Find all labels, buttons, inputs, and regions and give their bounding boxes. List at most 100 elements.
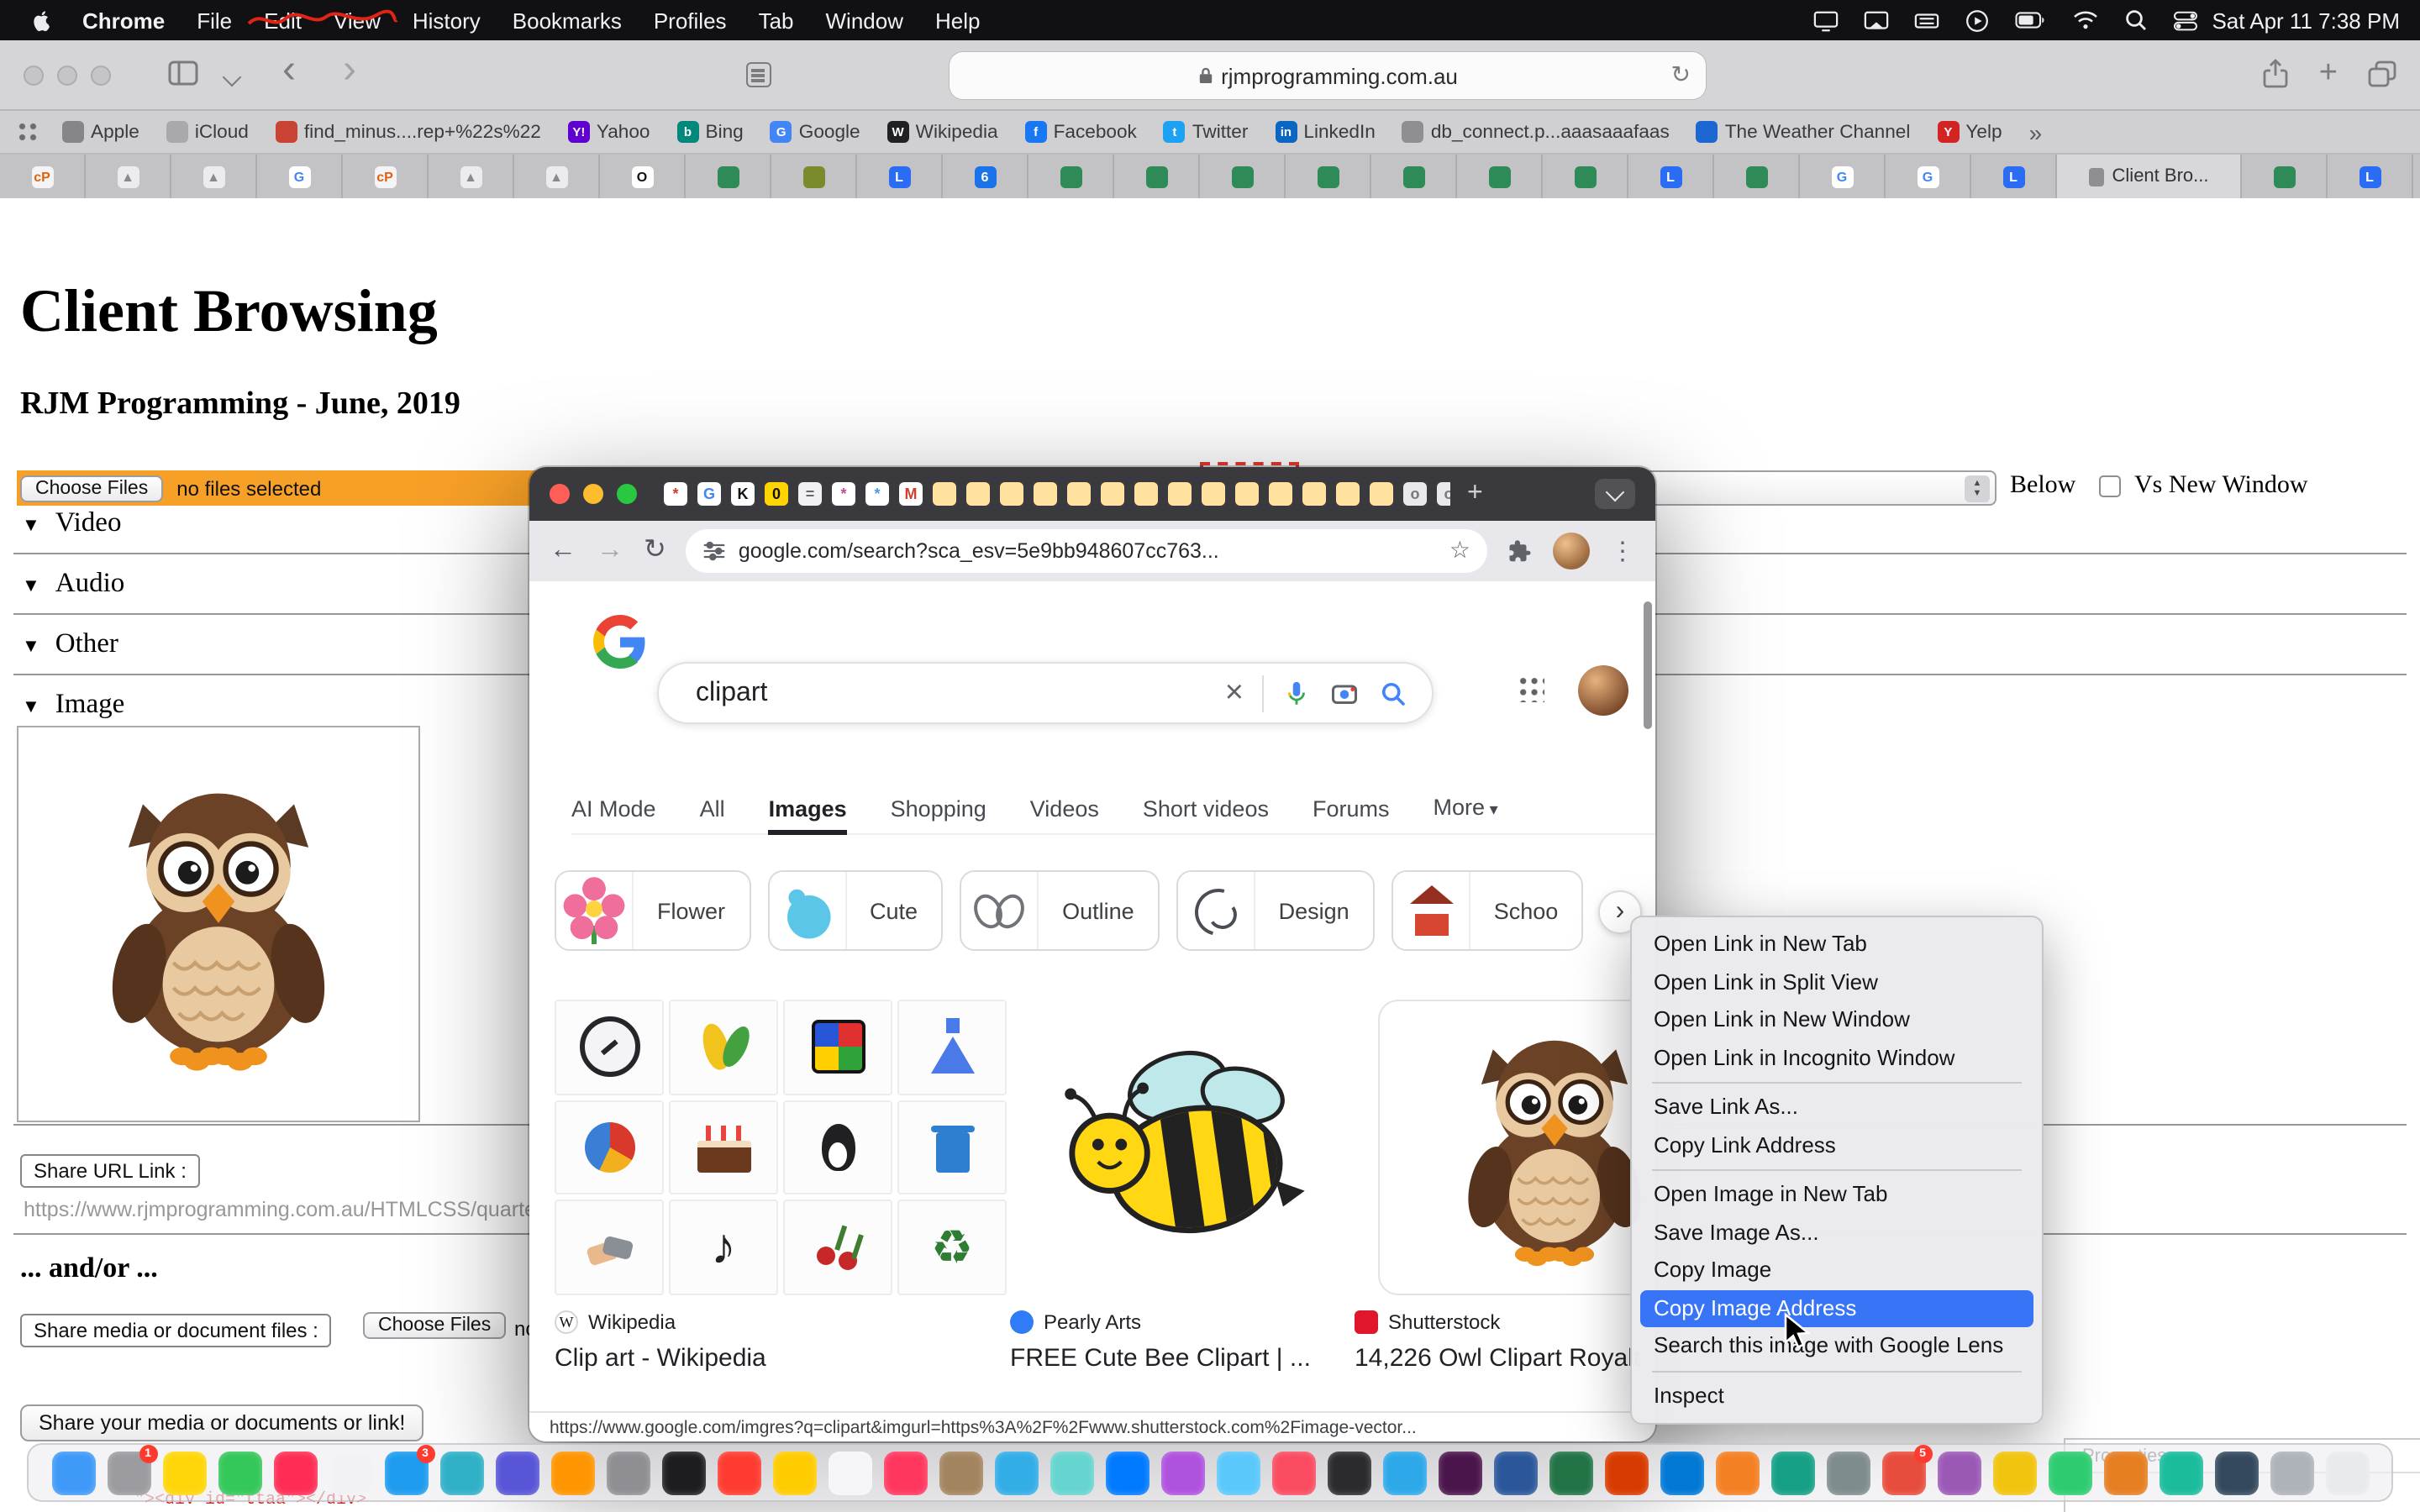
search-box[interactable]: clipart xyxy=(657,662,1434,724)
safari-tab[interactable]: ▲ xyxy=(171,155,257,198)
chrome-tab[interactable] xyxy=(1000,482,1023,506)
safari-tab[interactable] xyxy=(1028,155,1114,198)
voice-search-icon[interactable] xyxy=(1282,676,1311,710)
clear-search-icon[interactable] xyxy=(1225,677,1244,709)
forward-button[interactable] xyxy=(597,538,623,564)
dock-app-icon[interactable] xyxy=(1327,1451,1370,1494)
safari-tab[interactable]: O xyxy=(600,155,686,198)
dock-app-icon[interactable] xyxy=(2159,1451,2202,1494)
chrome-tab[interactable] xyxy=(1336,482,1360,506)
safari-tab[interactable]: ▲ xyxy=(514,155,600,198)
google-apps-icon[interactable] xyxy=(1518,675,1544,702)
zoom-window-button[interactable] xyxy=(91,66,111,86)
profile-avatar[interactable] xyxy=(1553,533,1590,570)
chrome-tab[interactable]: M xyxy=(899,482,923,506)
reload-button[interactable] xyxy=(644,538,666,564)
dock-app-icon[interactable] xyxy=(329,1451,372,1494)
safari-tab[interactable] xyxy=(1286,155,1371,198)
dock-app-icon[interactable] xyxy=(1271,1451,1315,1494)
context-menu-item[interactable] xyxy=(1652,1370,2022,1372)
chrome-tab[interactable] xyxy=(1235,482,1259,506)
dock-app-icon[interactable] xyxy=(883,1451,927,1494)
safari-tab[interactable] xyxy=(1371,155,1457,198)
result-title[interactable]: 14,226 Owl Clipart Royalt xyxy=(1355,1344,1640,1373)
chrome-tab[interactable] xyxy=(1370,482,1393,506)
page-format-icon[interactable] xyxy=(746,62,771,87)
bookmark-item[interactable]: in LinkedIn xyxy=(1275,121,1375,143)
section-image[interactable]: Image xyxy=(22,687,124,721)
vs-new-window-checkbox[interactable] xyxy=(2099,475,2121,497)
dock-app-icon[interactable] xyxy=(994,1451,1038,1494)
menu-item[interactable]: File xyxy=(197,8,232,33)
dock-app-icon[interactable] xyxy=(2214,1451,2258,1494)
dock-app-icon[interactable]: 3 xyxy=(384,1451,428,1494)
screen-mirroring-icon[interactable] xyxy=(1864,8,1889,33)
dock-app-icon[interactable] xyxy=(1105,1451,1149,1494)
disclosure-triangle-icon[interactable] xyxy=(22,566,40,600)
dock-app-icon[interactable] xyxy=(2103,1451,2147,1494)
chrome-tab[interactable]: * xyxy=(664,482,687,506)
sidebar-chevron-icon[interactable] xyxy=(223,68,242,87)
result-image-collage[interactable] xyxy=(555,1000,1007,1295)
bookmark-item[interactable]: b Bing xyxy=(677,121,744,143)
sidebar-icon[interactable] xyxy=(168,60,198,86)
bookmark-item[interactable]: W Wikipedia xyxy=(887,121,998,143)
scrollbar-thumb[interactable] xyxy=(1644,601,1652,729)
dock-app-icon[interactable] xyxy=(717,1451,760,1494)
menubar-clock[interactable]: Sat Apr 11 7:38 PM xyxy=(2212,8,2400,33)
safari-tab[interactable]: cP xyxy=(343,155,429,198)
context-menu-item[interactable]: Copy Image Address xyxy=(1640,1289,2033,1327)
share-submit-button[interactable]: Share your media or documents or link! xyxy=(20,1404,424,1441)
chrome-tab[interactable]: K xyxy=(731,482,755,506)
menu-item[interactable]: Edit xyxy=(264,8,302,33)
safari-tab[interactable] xyxy=(1114,155,1200,198)
context-menu-item[interactable]: Open Link in Incognito Window xyxy=(1640,1039,2033,1077)
dock-app-icon[interactable] xyxy=(162,1451,206,1494)
chrome-tab[interactable]: o xyxy=(1437,482,1450,506)
reload-icon[interactable] xyxy=(1671,60,1691,89)
owl-clipart-image[interactable] xyxy=(92,769,345,1079)
search-nav-tab[interactable]: More xyxy=(1434,780,1498,836)
context-menu-item[interactable]: Save Link As... xyxy=(1640,1089,2033,1126)
dock-app-icon[interactable] xyxy=(218,1451,261,1494)
bookmark-item[interactable]: find_minus....rep+%22s%22 xyxy=(276,121,541,143)
safari-tab[interactable] xyxy=(1714,155,1800,198)
filter-chip[interactable]: Flower xyxy=(555,870,750,951)
chrome-tab[interactable] xyxy=(1067,482,1091,506)
choose-files-button[interactable]: Choose Files xyxy=(20,475,163,501)
dock-app-icon[interactable] xyxy=(1604,1451,1648,1494)
dock-app-icon[interactable] xyxy=(1216,1451,1260,1494)
bookmark-item[interactable]: Y Yelp xyxy=(1937,121,2002,143)
safari-address-bar[interactable]: rjmprogramming.com.au xyxy=(950,52,1706,99)
safari-forward-button[interactable]: › xyxy=(343,47,356,94)
chrome-tab[interactable]: o xyxy=(1403,482,1427,506)
dock-app-icon[interactable] xyxy=(828,1451,871,1494)
favorites-grid-icon[interactable] xyxy=(17,121,39,143)
chrome-tab[interactable]: * xyxy=(865,482,889,506)
chrome-tab[interactable] xyxy=(933,482,956,506)
bookmark-item[interactable]: iCloud xyxy=(166,121,249,143)
section-other[interactable]: Other xyxy=(22,627,118,660)
chrome-tab[interactable] xyxy=(1269,482,1292,506)
control-center-icon[interactable] xyxy=(2173,9,2198,31)
chrome-tab[interactable]: * xyxy=(832,482,855,506)
section-video[interactable]: Video xyxy=(22,506,121,539)
section-audio[interactable]: Audio xyxy=(22,566,124,600)
safari-tab[interactable]: G xyxy=(257,155,343,198)
bookmark-item[interactable]: Y! Yahoo xyxy=(568,121,650,143)
minimize-window-button[interactable] xyxy=(583,484,603,504)
bookmark-item[interactable]: G Google xyxy=(771,121,860,143)
menu-item[interactable]: Profiles xyxy=(654,8,727,33)
bookmark-item[interactable]: f Facebook xyxy=(1025,121,1137,143)
chrome-tab[interactable] xyxy=(1034,482,1057,506)
dock-app-icon[interactable] xyxy=(2048,1451,2091,1494)
safari-tab[interactable]: cP xyxy=(0,155,86,198)
bookmark-item[interactable]: Apple xyxy=(62,121,139,143)
dock-app-icon[interactable] xyxy=(606,1451,650,1494)
safari-tab[interactable] xyxy=(1457,155,1543,198)
new-tab-button[interactable] xyxy=(1467,482,1483,506)
back-button[interactable] xyxy=(550,538,576,564)
safari-tab[interactable]: 6 xyxy=(943,155,1028,198)
chrome-tab[interactable] xyxy=(1134,482,1158,506)
dock-app-icon[interactable] xyxy=(439,1451,483,1494)
